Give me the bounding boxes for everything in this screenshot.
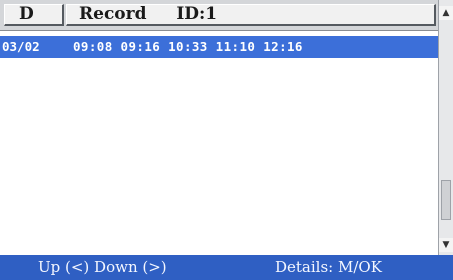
record-list: 03/02 09:08 09:16 10:33 11:10 12:16 <box>0 30 438 255</box>
footer-hint-bar: Up (<) Down (>) Details: M/OK <box>0 255 453 280</box>
table-row[interactable]: 03/02 09:08 09:16 10:33 11:10 12:16 <box>0 36 438 58</box>
attendance-record-screen: D Record ID:1 03/02 09:08 09:16 10:33 11… <box>0 0 453 280</box>
column-header-date: D <box>4 4 64 26</box>
scroll-up-icon[interactable]: ▲ <box>439 6 453 20</box>
details-hint: Details: M/OK <box>275 258 382 276</box>
vertical-scrollbar[interactable]: ▲ ▼ <box>438 0 453 255</box>
scroll-down-icon[interactable]: ▼ <box>439 238 453 252</box>
scrollbar-thumb[interactable] <box>441 180 451 220</box>
navigation-hint: Up (<) Down (>) <box>38 258 167 276</box>
column-header-record: Record ID:1 <box>66 4 436 26</box>
row-times: 09:08 09:16 10:33 11:10 12:16 <box>73 39 303 54</box>
column-header-date-label: D <box>19 4 34 24</box>
record-id-label: ID:1 <box>176 4 218 24</box>
table-header: D Record ID:1 <box>0 0 438 31</box>
row-date: 03/02 <box>2 39 40 54</box>
column-header-record-label: Record <box>79 4 147 24</box>
